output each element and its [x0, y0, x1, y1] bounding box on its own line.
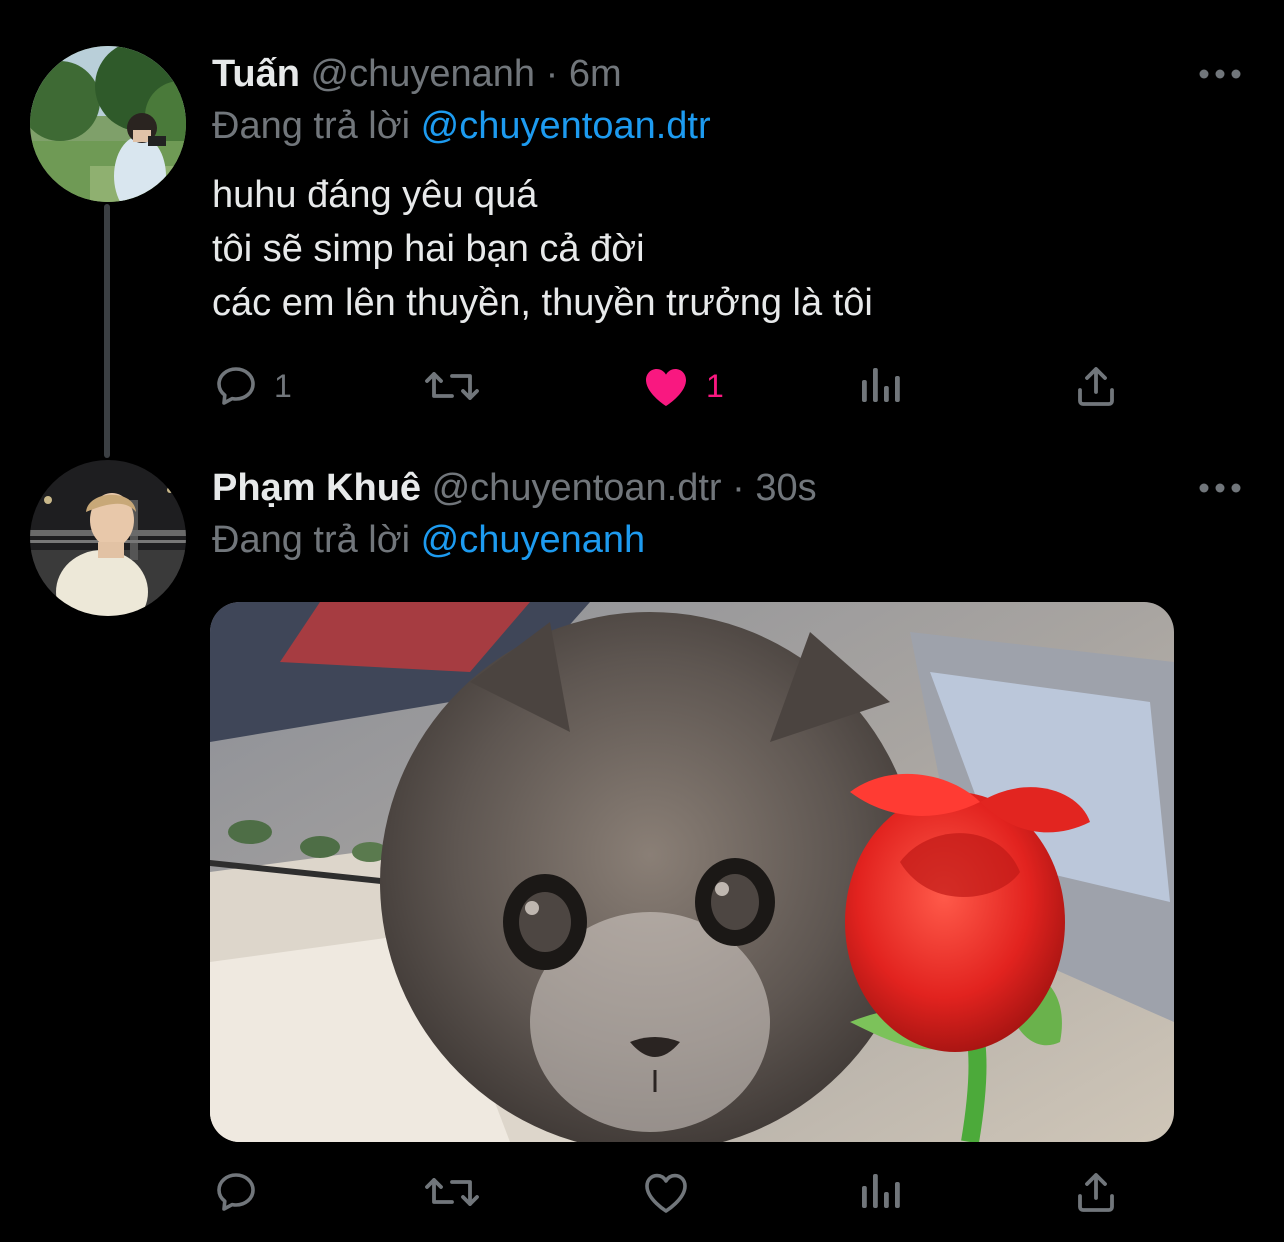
author-handle[interactable]: @chuyenanh — [311, 53, 536, 95]
tweet-actions: 1 1 — [212, 358, 1132, 414]
tweet-actions — [212, 1164, 1132, 1220]
views-button[interactable] — [858, 358, 902, 414]
tweet-header: Tuấn @chuyenanh · 6m — [212, 48, 622, 100]
replying-to-mention[interactable]: @chuyenanh — [421, 519, 646, 561]
author-name[interactable]: Tuấn — [212, 53, 300, 95]
views-button[interactable] — [858, 1164, 902, 1220]
replying-to-mention[interactable]: @chuyentoan.dtr — [421, 105, 711, 147]
share-button[interactable] — [1072, 1164, 1120, 1220]
tweet-text: huhu đáng yêu quá tôi sẽ simp hai bạn cả… — [212, 168, 873, 330]
like-button[interactable] — [640, 1164, 692, 1220]
tweet-image[interactable] — [210, 602, 1174, 1142]
author-handle[interactable]: @chuyentoan.dtr — [432, 467, 722, 509]
replying-to-label: Đang trả lời — [212, 105, 411, 147]
views-icon — [862, 368, 900, 402]
more-options-button[interactable] — [1196, 62, 1244, 86]
like-count: 1 — [706, 367, 724, 404]
retweet-button[interactable] — [424, 358, 480, 414]
reply-icon — [217, 367, 255, 405]
share-icon — [1078, 367, 1114, 406]
tweet-text-line: các em lên thuyền, thuyền trưởng là tôi — [212, 282, 873, 324]
timestamp[interactable]: 6m — [569, 53, 622, 95]
like-icon — [646, 369, 686, 406]
thread-connector — [104, 204, 110, 458]
tweet-text-line: huhu đáng yêu quá — [212, 174, 538, 216]
separator: · — [732, 467, 745, 509]
replying-to: Đang trả lời @chuyentoan.dtr — [212, 100, 711, 152]
replying-to: Đang trả lời @chuyenanh — [212, 514, 645, 566]
like-button[interactable]: 1 — [640, 358, 724, 414]
replying-to-label: Đang trả lời — [212, 519, 411, 561]
author-name[interactable]: Phạm Khuê — [212, 467, 421, 509]
reply-count: 1 — [274, 367, 292, 404]
reply-button[interactable] — [212, 1164, 260, 1220]
more-options-button[interactable] — [1196, 476, 1244, 500]
reply-button[interactable]: 1 — [212, 358, 292, 414]
share-icon — [1078, 1173, 1114, 1212]
retweet-icon — [425, 372, 479, 400]
timestamp[interactable]: 30s — [755, 467, 816, 509]
share-button[interactable] — [1072, 358, 1120, 414]
more-icon — [1199, 483, 1241, 493]
separator: · — [545, 53, 559, 95]
reply-icon — [217, 1173, 255, 1211]
avatar[interactable] — [30, 46, 186, 202]
like-icon — [645, 1173, 687, 1213]
avatar[interactable] — [30, 460, 186, 616]
more-icon — [1199, 69, 1241, 79]
views-icon — [862, 1174, 900, 1208]
retweet-button[interactable] — [424, 1164, 480, 1220]
tweet-text-line: tôi sẽ simp hai bạn cả đời — [212, 228, 645, 270]
tweet-header: Phạm Khuê @chuyentoan.dtr · 30s — [212, 462, 817, 514]
retweet-icon — [425, 1178, 479, 1206]
